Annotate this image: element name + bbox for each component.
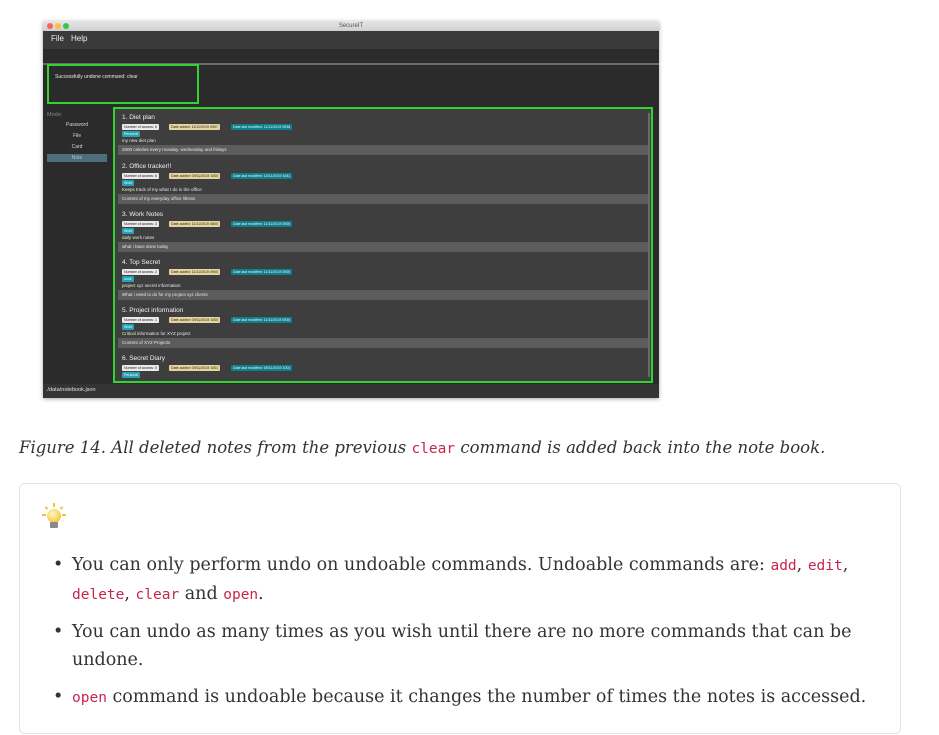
figure-caption: Figure 14. All deleted notes from the pr… [19, 438, 825, 457]
note-content-bar: Content of XYZ Projects [118, 338, 648, 348]
tip-text: You can only perform undo on undoable co… [72, 555, 771, 575]
result-message: Successfully undone command: clear [55, 74, 138, 80]
note-card[interactable]: 1. Diet plan Number of access: 6 Date ad… [118, 113, 648, 160]
access-count-badge: Number of access: 3 [122, 221, 159, 227]
category-badge: Personal [122, 372, 141, 378]
note-content: what i have done today [122, 244, 169, 249]
date-modified-badge: Date last modified: 11/11/2019 0938 [231, 124, 293, 130]
access-count-badge: Number of access: 1 [122, 317, 159, 323]
note-list-scrollbar[interactable] [648, 113, 650, 377]
mode-item-file[interactable]: File [47, 132, 107, 140]
tip-item: You can only perform undo on undoable co… [53, 551, 883, 609]
date-added-badge: Date added: 11/11/2019 0800 [169, 221, 221, 227]
tip-text: You can undo as many times as you wish u… [72, 622, 852, 670]
note-card[interactable]: 4. Top Secret Number of access: 2 Date a… [118, 258, 648, 305]
note-description: project xyz secret information [122, 283, 181, 288]
tip-separator: . [258, 584, 264, 604]
menu-file[interactable]: File [51, 34, 64, 43]
access-count-badge: Number of access: 0 [122, 365, 159, 371]
tip-list: You can only perform undo on undoable co… [53, 551, 883, 721]
mode-item-card[interactable]: Card [47, 143, 107, 151]
date-modified-badge: Date last modified: 09/11/2019 1001 [231, 365, 293, 371]
note-title: 1. Diet plan [122, 114, 155, 121]
category-badge: work [122, 276, 134, 282]
note-card[interactable]: 6. Secret Diary Number of access: 0 Date… [118, 354, 648, 381]
mode-sidebar: Mode: Password File Card Note [43, 109, 111, 385]
note-content-bar: 2000 calories every monday, wednesday an… [118, 145, 648, 155]
window-title: SecureIT [338, 23, 364, 29]
status-bar: ./data/notebook.json [43, 384, 659, 398]
date-modified-badge: Date last modified: 11/11/2019 0906 [231, 221, 293, 227]
storage-path: ./data/notebook.json [46, 387, 96, 393]
access-count-badge: Number of access: 6 [122, 173, 159, 179]
note-content-bar: What i need to do for my project xyz cli… [118, 290, 648, 300]
menu-bar: File Help [43, 31, 659, 49]
note-content: Content of my everyday office lifesss [122, 196, 196, 201]
window-titlebar: SecureIT [43, 21, 659, 31]
note-title: 5. Project information [122, 307, 184, 314]
access-count-badge: Number of access: 6 [122, 124, 159, 130]
category-badge: Personal [122, 131, 141, 137]
date-modified-badge: Date last modified: 11/11/2019 0936 [231, 317, 293, 323]
date-added-badge: Date added: 09/11/2019 1000 [169, 317, 221, 323]
tip-separator: and [179, 584, 224, 604]
caption-code: clear [411, 441, 456, 457]
date-added-badge: Date added: 11/11/2019 0900 [169, 269, 221, 275]
category-badge: Work [122, 228, 135, 234]
note-description: my new diet plan [122, 138, 156, 143]
note-card[interactable]: 2. Office tracker!! Number of access: 6 … [118, 162, 648, 209]
note-title: 3. Work Notes [122, 211, 164, 218]
code-open: open [223, 587, 259, 603]
code-clear: clear [135, 587, 180, 603]
note-title: 6. Secret Diary [122, 355, 165, 362]
note-title: 2. Office tracker!! [122, 163, 172, 170]
date-modified-badge: Date last modified: 11/11/2019 0905 [231, 269, 293, 275]
note-content-bar: what i have done today [118, 242, 648, 252]
code-edit: edit [807, 558, 843, 574]
tip-separator: , [124, 584, 136, 604]
mode-label: Mode: [47, 112, 63, 118]
date-added-badge: Date added: 09/11/2019 1000 [169, 173, 221, 179]
note-description: Critical information for XYZ project [122, 331, 191, 336]
mode-item-password[interactable]: Password [47, 121, 107, 129]
category-badge: Work [122, 180, 135, 186]
note-content: 2000 calories every monday, wednesday an… [122, 147, 227, 152]
caption-text-end: command is added back into the note book… [455, 438, 826, 457]
note-content: What i need to do for my project xyz cli… [122, 292, 208, 297]
tip-separator: , [842, 555, 849, 575]
menu-help[interactable]: Help [71, 34, 87, 43]
tip-item: You can undo as many times as you wish u… [53, 618, 883, 674]
tip-text: command is undoable because it changes t… [106, 687, 867, 707]
date-added-badge: Date added: 09/11/2019 1001 [169, 365, 221, 371]
app-screenshot: SecureIT File Help Successfully undone c… [43, 21, 659, 398]
access-count-badge: Number of access: 2 [122, 269, 159, 275]
note-list: 1. Diet plan Number of access: 6 Date ad… [113, 107, 653, 383]
note-title: 4. Top Secret [122, 259, 161, 266]
tip-separator: , [796, 555, 808, 575]
note-card[interactable]: 5. Project information Number of access:… [118, 306, 648, 353]
date-modified-badge: Date last modified: 10/11/2019 1641 [231, 173, 293, 179]
note-description: Keeps track of my what I do in the offic… [122, 187, 202, 192]
category-badge: Work [122, 324, 135, 330]
result-display: Successfully undone command: clear [47, 64, 199, 104]
lightbulb-icon [42, 503, 66, 530]
code-add: add [770, 558, 797, 574]
note-card[interactable]: 3. Work Notes Number of access: 3 Date a… [118, 210, 648, 257]
code-open: open [72, 690, 107, 706]
tip-item: open command is undoable because it chan… [53, 683, 883, 712]
note-content: Content of XYZ Projects [122, 340, 171, 345]
date-added-badge: Date added: 11/11/2019 0907 [169, 124, 221, 130]
note-content-bar: Content of my everyday office lifesss [118, 194, 648, 204]
code-delete: delete [72, 587, 125, 603]
mode-item-note[interactable]: Note [47, 154, 107, 162]
caption-text: Figure 14. All deleted notes from the pr… [19, 438, 412, 457]
note-description: daily work notes [122, 235, 155, 240]
